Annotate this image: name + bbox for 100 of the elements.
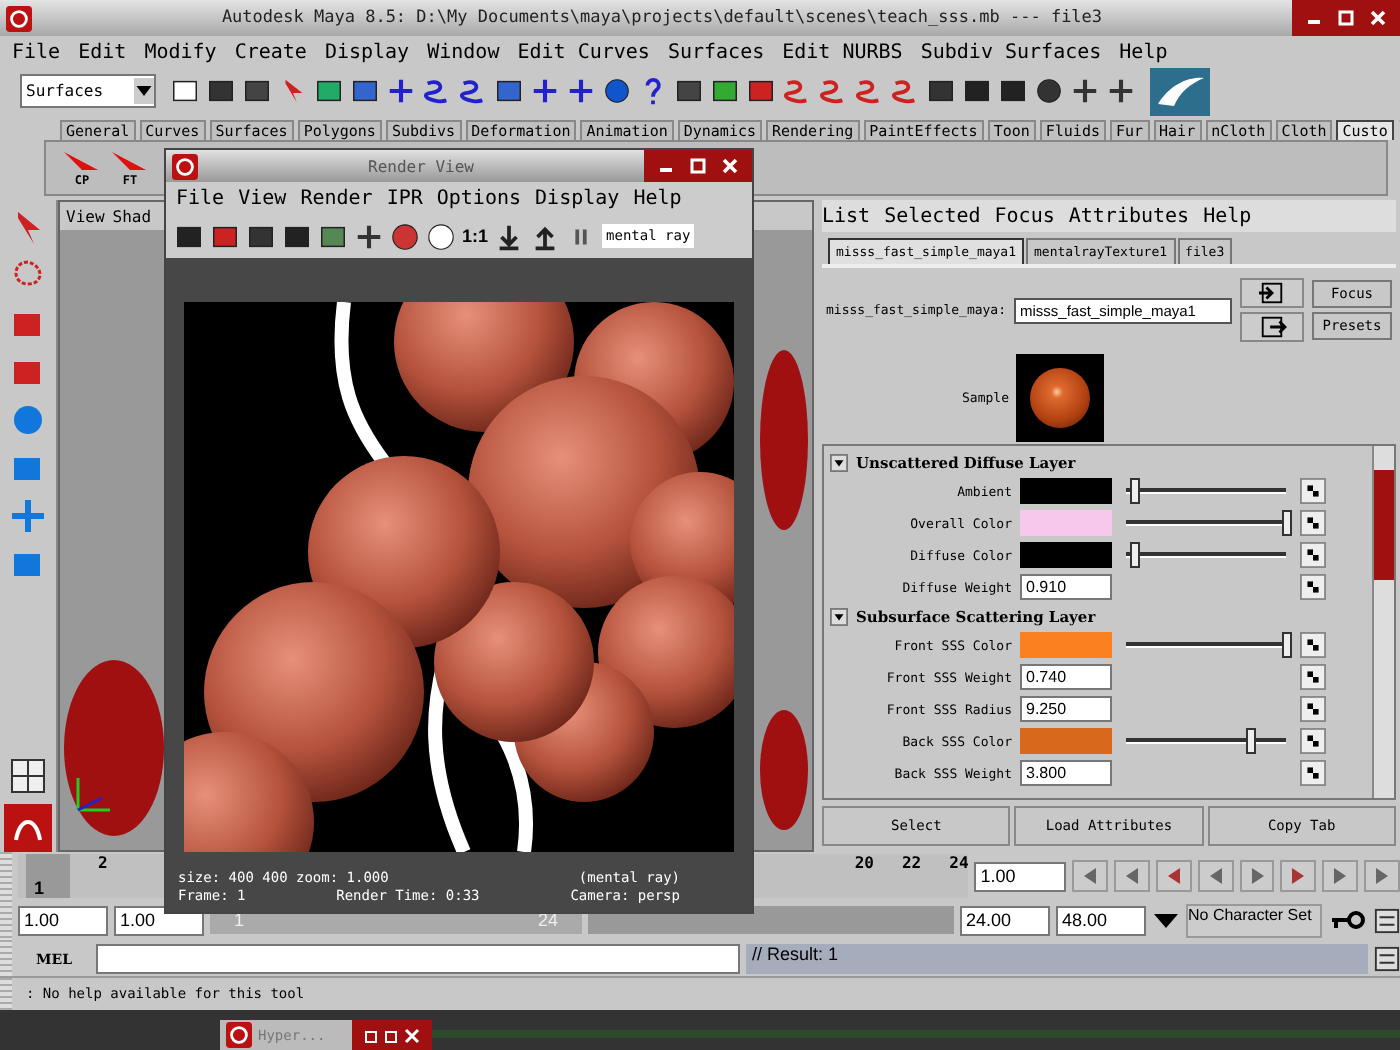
end-time-field[interactable]: 48.00 [1056,905,1146,935]
slider-thumb[interactable] [1282,510,1292,536]
first-frame-icon[interactable] [1072,860,1109,892]
dropdown-arrow-icon[interactable] [1152,908,1180,932]
checker-map-icon[interactable] [1300,664,1326,690]
curve-icon[interactable] [458,75,488,105]
caret-icon [134,77,154,103]
zoom-ratio-button[interactable]: 1:1 [462,226,489,246]
maximize-icon[interactable] [1336,8,1356,28]
current-frame-marker[interactable]: 1 [26,854,70,898]
step-back-icon[interactable] [1114,860,1150,892]
drag-handle[interactable] [0,852,12,900]
value-field[interactable]: 0.740 [1020,664,1112,690]
collapse-toggle-icon[interactable] [830,607,848,625]
close-icon[interactable] [720,156,740,176]
checker-map-icon[interactable] [1300,696,1326,722]
menu-item[interactable]: Options [436,187,522,209]
checker-map-icon[interactable] [1300,478,1326,504]
menu-item[interactable]: Focus [994,205,1055,227]
drag-handle[interactable] [0,978,12,1010]
start-time-field[interactable]: 1.00 [18,905,108,935]
menu-item[interactable]: Window [427,41,500,63]
arrow-icon [62,149,102,173]
slider-thumb[interactable] [1246,728,1257,754]
menu-item[interactable]: Attributes [1068,205,1190,227]
maximize-icon[interactable] [688,156,708,176]
menu-item[interactable]: View [238,187,287,209]
window-title: Autodesk Maya 8.5: D:\My Documents\maya\projects\default\scenes\teach_sss.mb --- file3 [219,8,1105,28]
value-field[interactable]: 0.910 [1020,574,1112,600]
rgb-icon[interactable] [390,221,420,251]
slider-thumb[interactable] [1130,542,1140,568]
plus-icon[interactable] [386,75,416,105]
drag-handle[interactable] [0,940,12,976]
menu-item[interactable]: Display [535,187,620,209]
menu-item[interactable]: Create [234,41,307,63]
checker-map-icon[interactable] [1300,728,1326,754]
menu-item[interactable]: File [176,187,225,209]
character-set-field[interactable]: No Character Set [1186,903,1322,937]
menu-item[interactable]: Render [300,187,373,209]
logo-icon[interactable] [4,804,52,852]
value-field[interactable]: 3.800 [1020,760,1112,786]
play-back-icon[interactable] [1197,860,1234,892]
frame-number: 2 [98,854,108,872]
command-input[interactable] [96,943,740,973]
color-swatch[interactable] [1020,478,1112,504]
window-title: Render View [366,157,476,175]
close-icon[interactable] [1368,8,1388,28]
playback-end-field[interactable]: 24.00 [960,905,1050,935]
circle-icon[interactable] [426,221,456,251]
last-frame-icon[interactable] [1364,860,1400,892]
window-buttons-icon[interactable] [362,1025,422,1045]
menu-item[interactable]: IPR [386,187,423,209]
menu-item[interactable]: Help [1203,205,1252,227]
script-editor-icon[interactable] [1374,945,1400,971]
menu-item[interactable]: Selected [884,205,981,227]
current-time-field[interactable]: 1.00 [974,861,1067,891]
color-swatch[interactable] [1020,632,1112,658]
prev-key-icon[interactable] [1155,860,1192,892]
checker-map-icon[interactable] [1300,542,1326,568]
menu-item[interactable]: View [66,207,105,225]
menu-item[interactable]: Edit [78,41,127,63]
menu-item[interactable]: List [822,205,871,227]
preferences-icon[interactable] [1374,907,1400,933]
menu-item[interactable]: Help [1119,41,1168,63]
curve-icon[interactable] [422,75,452,105]
menu-item[interactable]: Modify [144,41,217,63]
drag-handle[interactable] [0,900,12,940]
checker-map-icon[interactable] [1300,574,1326,600]
menu-item[interactable]: Surfaces [667,41,765,63]
logo-icon [6,5,32,31]
menu-item[interactable]: Display [324,41,410,63]
checker-map-icon[interactable] [1300,760,1326,786]
menu-item[interactable]: File [12,41,61,63]
value-field[interactable]: 9.250 [1020,696,1112,722]
collapse-toggle-icon[interactable] [830,453,848,471]
sphere-icon[interactable] [1034,75,1064,105]
menu-item[interactable]: Edit NURBS [782,41,903,63]
checker-map-icon[interactable] [1300,632,1326,658]
color-swatch[interactable] [1020,542,1112,568]
menu-item[interactable]: Subdiv Surfaces [920,41,1102,63]
layout-icon[interactable] [8,756,48,796]
mode-dropdown[interactable]: Surfaces [20,73,156,107]
sphere-icon[interactable] [602,75,632,105]
scroll-bar[interactable] [1372,446,1394,798]
next-key-icon[interactable] [1280,860,1317,892]
play-icon[interactable] [1239,860,1275,892]
color-swatch[interactable] [1020,510,1112,536]
input-connection-icon[interactable] [1240,278,1304,308]
step-forward-icon[interactable] [1322,860,1359,892]
output-connection-icon[interactable] [1240,312,1304,342]
key-icon[interactable] [1328,908,1368,932]
menu-item[interactable]: Edit Curves [517,41,650,63]
slider-thumb[interactable] [1130,478,1140,504]
window-controls[interactable] [352,1020,432,1050]
checker-map-icon[interactable] [1300,510,1326,536]
menu-item[interactable]: Shad [112,207,152,225]
material-swatch [1016,354,1105,442]
slider-thumb[interactable] [1282,632,1292,658]
color-swatch[interactable] [1020,728,1112,754]
menu-item[interactable]: Help [633,187,682,209]
